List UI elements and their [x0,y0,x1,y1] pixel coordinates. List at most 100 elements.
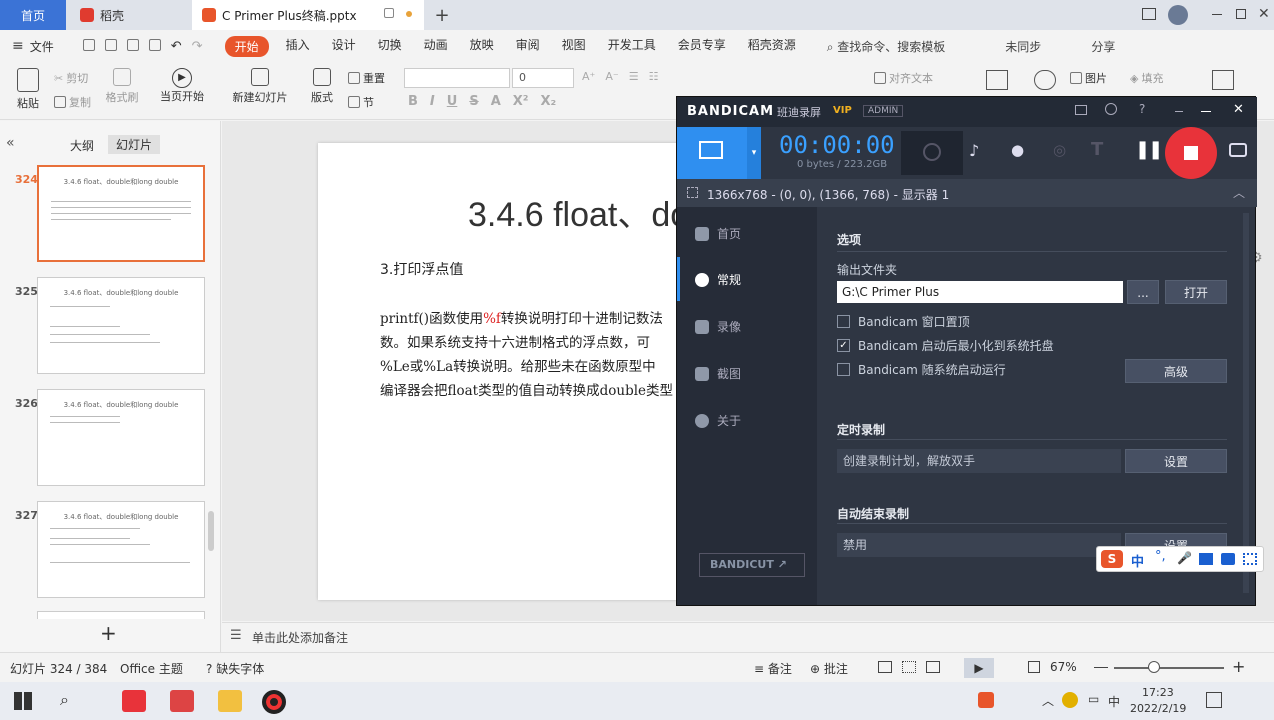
microphone-icon[interactable]: ● [1011,141,1024,159]
notes-bar[interactable]: ☰ 单击此处添加备注 [222,622,1274,650]
strike-icon[interactable]: S [469,94,478,109]
menu-tab-6[interactable]: 审阅 [505,36,551,57]
reading-view-icon[interactable] [926,661,940,673]
add-slide-button[interactable]: + [100,621,117,645]
slide-thumb-326[interactable]: 3.4.6 float、double和long double [37,389,205,486]
font-name-combo[interactable] [404,68,510,88]
webcam-button[interactable] [901,131,963,175]
menu-tab-10[interactable]: 稻壳资源 [737,36,807,57]
wps-app-icon[interactable] [122,690,146,712]
settings-scrollbar[interactable] [1243,213,1249,593]
hamburger-icon[interactable]: ≡ [12,38,24,54]
punctuation-icon[interactable]: °, [1155,549,1166,564]
more-insert-icon[interactable] [1212,70,1234,90]
search-icon[interactable]: ⌕ [60,690,69,710]
shrink-font-icon[interactable]: A⁻ [605,70,618,83]
browse-button[interactable]: ... [1127,280,1159,304]
ime-language[interactable]: 中 [1131,551,1144,570]
collapse-panel-icon[interactable]: « [6,135,15,151]
keyboard-icon[interactable] [1199,553,1213,565]
menu-tab-2[interactable]: 设计 [321,36,367,57]
tray-expand-icon[interactable]: ︿ [1042,692,1054,709]
zoom-level[interactable]: 67% [1050,660,1077,674]
copy-button[interactable]: 复制 [54,94,91,110]
subscript-icon[interactable]: X₂ [540,94,556,109]
paste-button[interactable]: 粘贴 [10,68,46,111]
slide-thumb-324[interactable]: 3.4.6 float、double和long double [37,165,205,262]
zoom-in-icon[interactable]: + [1232,657,1245,676]
notification-icon[interactable] [1206,692,1222,708]
output-folder-input[interactable]: G:\C Primer Plus [837,281,1123,303]
menu-tab-3[interactable]: 切换 [367,36,413,57]
picture-button[interactable]: 图片 [1070,70,1107,86]
preview-icon[interactable] [148,38,161,51]
zoom-slider[interactable] [1114,667,1224,669]
region-collapse-icon[interactable]: ︿ [1233,184,1245,201]
fill-button[interactable]: ◈ 填充 [1130,70,1163,86]
layout-icon[interactable] [1142,8,1156,20]
tab-home[interactable]: 首页 [0,0,66,30]
clock-time[interactable]: 17:23 [1142,686,1174,699]
opt-minimize-tray[interactable]: ✓ Bandicam 启动后最小化到系统托盘 [837,337,1054,354]
new-slide-button[interactable]: 新建幻灯片 [230,68,290,105]
folder-icon[interactable] [1075,105,1087,115]
menu-tab-1[interactable]: 插入 [275,36,321,57]
text-overlay-icon[interactable]: T [1091,139,1103,160]
advanced-button[interactable]: 高级 [1125,359,1227,383]
minimize-icon[interactable] [1212,14,1222,15]
format-painter-button[interactable]: 格式刷 [104,68,140,105]
record-stop-button[interactable] [1165,127,1217,179]
nav-about[interactable]: 关于 [695,412,741,429]
bullets-icon[interactable]: ☰ [629,70,639,83]
tab-slides[interactable]: 幻灯片 [108,135,161,154]
redo-icon[interactable]: ↷ [192,39,203,54]
normal-view-icon[interactable] [878,661,892,673]
toolbox-icon[interactable] [1243,553,1257,565]
zoom-out-icon[interactable] [1094,667,1108,668]
print-icon[interactable] [126,38,139,51]
menu-tab-7[interactable]: 视图 [551,36,597,57]
shapes-icon[interactable] [1034,70,1056,90]
textbox-icon[interactable] [986,70,1008,90]
menu-tab-9[interactable]: 会员专享 [667,36,737,57]
search-command[interactable]: ⌕ 查找命令、搜索模板 [827,38,946,55]
comments-toggle[interactable]: ⊕ 批注 [810,660,848,677]
superscript-icon[interactable]: X² [513,94,529,109]
nav-screenshot[interactable]: 截图 [695,365,741,382]
checkbox[interactable] [837,363,850,376]
bc-close-icon[interactable]: ✕ [1233,102,1244,117]
bc-collapse-icon[interactable] [1175,111,1183,112]
menu-tab-4[interactable]: 动画 [413,36,459,57]
clock-date[interactable]: 2022/2/19 [1130,702,1186,715]
save-icon[interactable] [82,38,95,51]
schedule-settings-button[interactable]: 设置 [1125,449,1227,473]
grow-font-icon[interactable]: A⁺ [582,70,595,83]
notes-toggle[interactable]: ≡ 备注 [754,660,792,677]
nav-home[interactable]: 首页 [695,225,741,242]
numbering-icon[interactable]: ☷ [649,70,659,83]
layout-button[interactable]: 版式 [306,68,338,105]
open-folder-button[interactable]: 打开 [1165,280,1227,304]
slide-thumb-next[interactable] [37,611,205,619]
windows-start-icon[interactable] [14,692,32,710]
menu-tab-0[interactable]: 开始 [224,35,269,57]
bandicut-button[interactable]: BANDICUT ↗ [699,553,805,577]
font-color-icon[interactable]: A [491,94,501,109]
section-button[interactable]: 节 [348,94,374,110]
presentation-app-icon[interactable] [170,690,194,712]
new-tab-button[interactable]: + [432,0,452,30]
bc-minimize-icon[interactable] [1201,111,1211,112]
bold-icon[interactable]: B [408,94,418,109]
tab-document[interactable]: C Primer Plus终稿.pptx [192,0,424,30]
font-size-combo[interactable]: 0 [512,68,574,88]
opt-always-on-top[interactable]: Bandicam 窗口置顶 [837,313,970,330]
undo-icon[interactable]: ↶ [171,39,182,54]
opt-run-on-startup[interactable]: Bandicam 随系统启动运行 [837,361,1006,378]
share-button[interactable]: 分享 [1091,38,1115,55]
sync-status[interactable]: 未同步 [1005,38,1041,55]
clock-icon[interactable] [1105,103,1117,115]
voice-icon[interactable]: 🎤 [1177,551,1192,565]
tab-outline[interactable]: 大纲 [70,137,94,154]
checkbox-checked[interactable]: ✓ [837,339,850,352]
skin-icon[interactable] [1221,553,1235,565]
